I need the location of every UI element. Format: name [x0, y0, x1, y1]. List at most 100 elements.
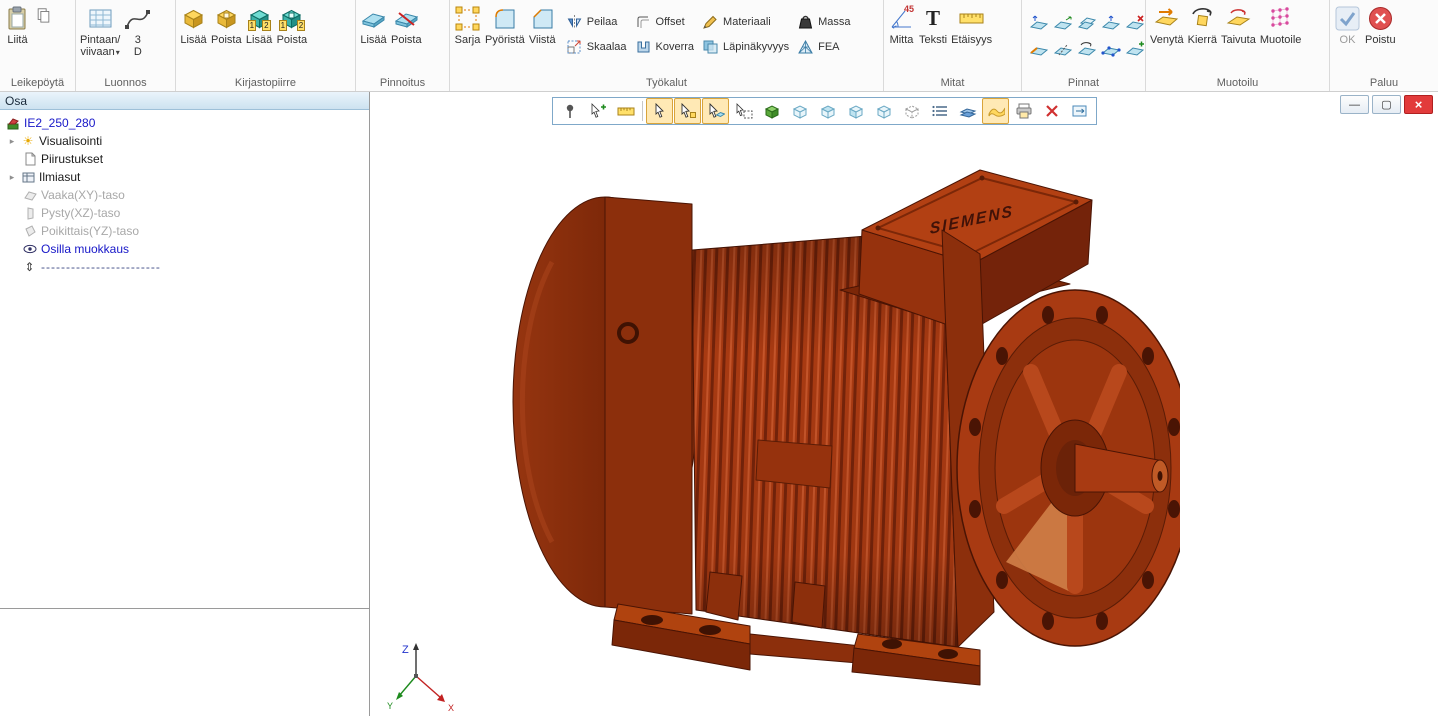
mass-button[interactable]: Massa: [793, 9, 854, 34]
wire-box-icon-4: [875, 103, 893, 119]
sketch-3d-button[interactable]: 3 D: [122, 2, 153, 61]
cursor-snap-button[interactable]: [674, 98, 701, 124]
offset-button[interactable]: Offset: [631, 9, 699, 34]
ghost-box-button[interactable]: [898, 98, 925, 124]
shell-button[interactable]: Koverra: [631, 34, 699, 59]
text-button[interactable]: T Teksti: [917, 2, 949, 49]
wire-box-button-2[interactable]: [814, 98, 841, 124]
cursor-select-button[interactable]: [646, 98, 673, 124]
plane-yz-icon: [23, 225, 37, 238]
coating-add-label: Lisää: [360, 34, 386, 46]
sketch-on-surface-button[interactable]: Pintaan/ viivaan▾: [78, 2, 122, 62]
pick-filter-button[interactable]: [730, 98, 757, 124]
library-remove2-button[interactable]: 1 2 Poista: [275, 2, 310, 49]
tree-item-drawings[interactable]: Piirustukset: [0, 150, 369, 168]
surface-edge-icon: [1029, 40, 1049, 58]
sketch-label-line1: Pintaan/: [80, 34, 120, 46]
delete-button[interactable]: [1038, 98, 1065, 124]
expander-icon[interactable]: ▸: [7, 172, 17, 183]
library-add-button[interactable]: Lisää: [178, 2, 209, 49]
tree-item-edit-with-parts[interactable]: Osilla muokkaus: [0, 240, 369, 258]
freeform-button[interactable]: Muotoile: [1258, 2, 1304, 49]
twist-button[interactable]: Kierrä: [1186, 2, 1219, 49]
transfer-button[interactable]: [1066, 98, 1093, 124]
surface-delete-button[interactable]: [1123, 10, 1146, 35]
tree-item-label: ------------------------: [41, 260, 161, 274]
tree-item-separator[interactable]: ⇕ ------------------------: [0, 258, 369, 276]
stretch-button[interactable]: Venytä: [1148, 2, 1186, 49]
axes-indicator: Z Y X: [382, 636, 462, 716]
material-button[interactable]: Materiaali: [698, 9, 793, 34]
wire-box-button-4[interactable]: [870, 98, 897, 124]
tree-item-plane-xz[interactable]: Pysty(XZ)-taso: [0, 204, 369, 222]
surface-copy-button[interactable]: [1075, 10, 1098, 35]
close-button[interactable]: ×: [1404, 95, 1433, 114]
feature-list-button[interactable]: [926, 98, 953, 124]
ribbon-group-label-tools: Työkalut: [450, 77, 883, 89]
layers-button[interactable]: [954, 98, 981, 124]
surface-nodes-button[interactable]: [1099, 36, 1122, 61]
surface-split-button[interactable]: [1051, 36, 1074, 61]
paste-button[interactable]: Liitä: [2, 2, 33, 49]
dimension-button[interactable]: 45 Mitta: [886, 2, 917, 49]
motor-model[interactable]: SIEMENS: [510, 142, 1180, 687]
viewport-3d[interactable]: — ▢ ×: [370, 92, 1438, 716]
scale-icon: [566, 39, 583, 55]
surface-extend-button[interactable]: [1051, 10, 1074, 35]
toolbar-separator: [642, 101, 643, 121]
tree-item-plane-xy[interactable]: Vaaka(XY)-taso: [0, 186, 369, 204]
surface-rotate-icon: [1077, 40, 1097, 58]
exit-button[interactable]: Poistu: [1363, 2, 1398, 49]
surface-rotate-button[interactable]: [1075, 36, 1098, 61]
distance-button[interactable]: Etäisyys: [949, 2, 994, 49]
mirror-button[interactable]: Peilaa: [562, 9, 631, 34]
wire-box-button-1[interactable]: [786, 98, 813, 124]
select-new-button[interactable]: [584, 98, 611, 124]
axis-z-label: Z: [402, 644, 409, 656]
expander-icon[interactable]: ▸: [7, 136, 17, 147]
surface-split-icon: [1053, 40, 1073, 58]
wire-box-button-3[interactable]: [842, 98, 869, 124]
copy-button[interactable]: [33, 2, 54, 33]
tree-item-label: Pysty(XZ)-taso: [41, 206, 120, 220]
ribbon-group-surfaces: Pinnat: [1022, 0, 1146, 91]
measure-button[interactable]: [612, 98, 639, 124]
coating-remove-button[interactable]: Poista: [389, 2, 424, 49]
surface-edge-button[interactable]: [1027, 36, 1050, 61]
transparency-label: Läpinäkyvyys: [723, 41, 789, 53]
pattern-button[interactable]: Sarja: [452, 2, 483, 49]
surface-move-button[interactable]: [1099, 10, 1122, 35]
print-button[interactable]: [1010, 98, 1037, 124]
pin-button[interactable]: [556, 98, 583, 124]
bend-icon: [1225, 5, 1252, 32]
tree-item-visualization[interactable]: ▸ ☀ Visualisointi: [0, 132, 369, 150]
badge-2: 2: [297, 20, 305, 31]
shaded-surface-button[interactable]: [982, 98, 1009, 124]
tree-item-appearances[interactable]: ▸ Ilmiasut: [0, 168, 369, 186]
fillet-button[interactable]: Pyöristä: [483, 2, 527, 49]
tree-item-label: Ilmiasut: [39, 170, 80, 184]
transparency-button[interactable]: Läpinäkyvyys: [698, 34, 793, 59]
tree-root-part[interactable]: IE2_250_280: [0, 114, 369, 132]
surface-raise-button[interactable]: [1027, 10, 1050, 35]
minimize-button[interactable]: —: [1340, 95, 1369, 114]
scale-button[interactable]: Skaalaa: [562, 34, 631, 59]
cursor-face-button[interactable]: [702, 98, 729, 124]
library-remove-button[interactable]: Poista: [209, 2, 244, 49]
ok-button[interactable]: OK: [1332, 2, 1363, 49]
exit-icon: [1367, 5, 1394, 32]
shell-label: Koverra: [656, 41, 695, 53]
fea-button[interactable]: FEA: [793, 34, 854, 59]
library-add2-button[interactable]: 1 2 Lisää: [244, 2, 275, 49]
chamfer-button[interactable]: Viistä: [527, 2, 558, 49]
coating-add-button[interactable]: Lisää: [358, 2, 389, 49]
pattern-label: Sarja: [455, 34, 481, 46]
maximize-button[interactable]: ▢: [1372, 95, 1401, 114]
surface-delete-icon: [1125, 14, 1145, 32]
surface-add-button[interactable]: [1123, 36, 1146, 61]
tree-item-plane-yz[interactable]: Poikittais(YZ)-taso: [0, 222, 369, 240]
bend-button[interactable]: Taivuta: [1219, 2, 1258, 49]
fillet-icon: [491, 5, 518, 32]
solid-mode-button[interactable]: [758, 98, 785, 124]
ribbon-group-sketch: Pintaan/ viivaan▾ 3 D Luonnos: [76, 0, 176, 91]
